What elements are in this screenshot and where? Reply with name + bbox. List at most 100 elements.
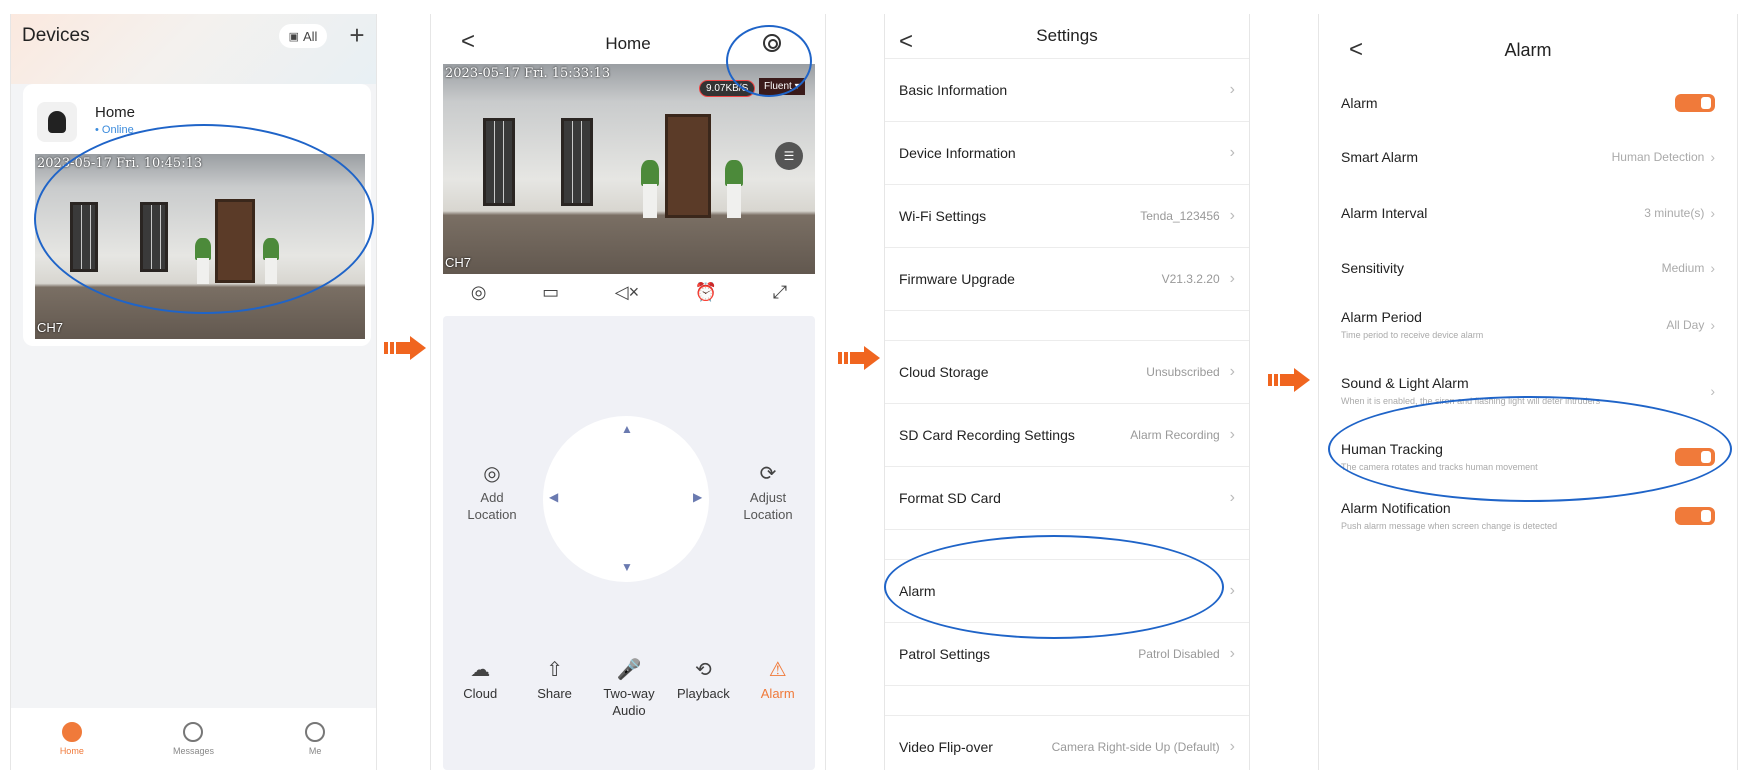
- playback-button[interactable]: ⟲ Playback: [668, 659, 738, 719]
- cloud-icon: ☁: [470, 659, 491, 681]
- tab-messages-label: Messages: [172, 746, 214, 756]
- cloud-button[interactable]: ☁ Cloud: [445, 659, 515, 719]
- playback-label: Playback: [676, 686, 730, 701]
- section-divider: [885, 310, 1249, 340]
- sound-light-alarm-description: When it is enabled, the siren and flashi…: [1341, 395, 1601, 406]
- device-card[interactable]: Home • Online 2023-05-17 Fri. 10:45:13 C…: [23, 84, 371, 346]
- alarm-screen: < Alarm Alarm Smart Alarm Human Detectio…: [1318, 14, 1738, 770]
- add-location-button[interactable]: ◎ Add Location: [457, 463, 527, 523]
- alarm-button[interactable]: ⚠ Alarm: [743, 660, 813, 719]
- section-divider: [885, 529, 1249, 559]
- share-button[interactable]: ⇧ Share: [520, 660, 590, 719]
- alarm-interval-row[interactable]: Alarm Interval 3 minute(s) ›: [1319, 185, 1737, 240]
- action-bar: ☁ Cloud ⇧ Share 🎤 Two-way Audio ⟲ Playba…: [443, 659, 815, 719]
- row-value: V21.3.2.20: [1161, 272, 1220, 286]
- microphone-icon: 🎤: [616, 659, 642, 681]
- chevron-right-icon: ›: [1710, 259, 1715, 276]
- row-value: Alarm Recording: [1130, 428, 1220, 442]
- video-toolbar: ◎ ▭ ◁× ⏰ ⤢: [443, 276, 815, 308]
- quality-select[interactable]: Fluent ▾: [759, 78, 805, 95]
- alarm-notification-label: Alarm Notification: [1341, 499, 1451, 516]
- human-tracking-label: Human Tracking: [1341, 440, 1443, 457]
- header: < Settings: [885, 14, 1249, 64]
- device-name: Home: [95, 104, 136, 121]
- row-label: Format SD Card: [899, 490, 1001, 506]
- alarm-period-row[interactable]: Alarm Period Time period to receive devi…: [1319, 295, 1737, 355]
- adjust-location-button[interactable]: ⟳ Adjust Location: [733, 464, 803, 523]
- settings-row-format-sd[interactable]: Format SD Card ›: [885, 466, 1249, 529]
- adjust-location-label: Adjust Location: [743, 490, 793, 522]
- chevron-right-icon: ›: [1229, 738, 1235, 755]
- smart-alarm-value: Human Detection: [1611, 149, 1705, 164]
- header: < Home: [431, 14, 825, 64]
- alarm-label: Alarm: [1341, 95, 1378, 111]
- row-label: Device Information: [899, 145, 1016, 161]
- record-icon[interactable]: ▭: [542, 282, 559, 303]
- snapshot-icon[interactable]: ◎: [471, 282, 487, 303]
- up-arrow-icon[interactable]: ▲: [621, 422, 633, 436]
- sound-light-alarm-row[interactable]: Sound & Light Alarm When it is enabled, …: [1319, 355, 1737, 427]
- settings-row-patrol[interactable]: Patrol Settings Patrol Disabled ›: [885, 622, 1249, 685]
- alarm-toggle[interactable]: [1675, 94, 1715, 112]
- two-way-audio-button[interactable]: 🎤 Two-way Audio: [594, 659, 664, 719]
- sensitivity-row[interactable]: Sensitivity Medium ›: [1319, 240, 1737, 295]
- down-arrow-icon[interactable]: ▼: [621, 560, 633, 574]
- chevron-right-icon: ›: [1229, 645, 1235, 662]
- arrow-right-icon: [384, 336, 426, 360]
- row-label: Firmware Upgrade: [899, 271, 1015, 287]
- playback-icon: ⟲: [694, 659, 712, 681]
- settings-row-device-information[interactable]: Device Information ›: [885, 121, 1249, 184]
- camera-icon: [37, 102, 77, 142]
- chat-icon: [183, 722, 204, 742]
- sensitivity-label: Sensitivity: [1341, 259, 1405, 276]
- left-arrow-icon[interactable]: ◀: [549, 490, 558, 504]
- video-timestamp: 2023-05-17 Fri. 15:33:13: [445, 66, 611, 81]
- chevron-right-icon: ›: [1229, 207, 1235, 224]
- chevron-right-icon: ›: [1229, 270, 1235, 287]
- camera-icon: [61, 722, 82, 742]
- tab-home[interactable]: Home: [32, 722, 112, 756]
- human-tracking-description: The camera rotates and tracks human move…: [1341, 461, 1538, 472]
- camera-preview[interactable]: 2023-05-17 Fri. 10:45:13 CH7: [35, 154, 365, 339]
- section-divider: [885, 685, 1249, 715]
- row-value: Camera Right-side Up (Default): [1051, 740, 1220, 754]
- settings-gear-icon[interactable]: [763, 34, 781, 52]
- alarm-period-description: Time period to receive device alarm: [1341, 329, 1484, 340]
- alarm-clock-icon[interactable]: ⏰: [695, 282, 717, 303]
- chevron-right-icon: ›: [1229, 144, 1235, 161]
- alarm-row: Alarm: [1319, 78, 1737, 128]
- alarm-period-value: All Day: [1666, 318, 1705, 332]
- tab-messages[interactable]: Messages: [153, 722, 233, 756]
- add-device-button[interactable]: +: [343, 22, 371, 50]
- settings-row-alarm[interactable]: Alarm ›: [885, 559, 1249, 622]
- mute-icon[interactable]: ◁×: [615, 282, 639, 303]
- row-label: SD Card Recording Settings: [899, 427, 1075, 443]
- chevron-right-icon: ›: [1229, 489, 1235, 506]
- settings-row-firmware[interactable]: Firmware Upgrade V21.3.2.20 ›: [885, 247, 1249, 310]
- alarm-interval-label: Alarm Interval: [1341, 204, 1428, 221]
- settings-row-video-flip[interactable]: Video Flip-over Camera Right-side Up (De…: [885, 715, 1249, 770]
- menu-toggle-icon[interactable]: ☰: [775, 142, 803, 170]
- settings-row-sd-recording[interactable]: SD Card Recording Settings Alarm Recordi…: [885, 403, 1249, 466]
- human-tracking-toggle[interactable]: [1675, 448, 1715, 466]
- tab-me[interactable]: Me: [275, 722, 355, 756]
- smart-alarm-row[interactable]: Smart Alarm Human Detection ›: [1319, 128, 1737, 185]
- row-label: Patrol Settings: [899, 646, 991, 662]
- fullscreen-icon[interactable]: ⤢: [773, 282, 787, 303]
- settings-row-basic-information[interactable]: Basic Information ›: [885, 58, 1249, 121]
- row-label: Alarm: [899, 583, 936, 599]
- page-title: Settings: [1036, 26, 1098, 45]
- ptz-joystick[interactable]: ▲ ▼ ◀ ▶: [543, 416, 709, 582]
- right-arrow-icon[interactable]: ▶: [693, 490, 702, 504]
- all-filter-button[interactable]: ▣ All: [279, 24, 327, 48]
- devices-screen: Devices ▣ All + Home • Online 2023-05-17…: [10, 14, 377, 770]
- target-icon: ◎: [483, 463, 501, 485]
- settings-row-wifi[interactable]: Wi-Fi Settings Tenda_123456 ›: [885, 184, 1249, 247]
- live-video[interactable]: 2023-05-17 Fri. 15:33:13 9.07KB/S Fluent…: [443, 64, 815, 274]
- sensitivity-value: Medium: [1661, 260, 1705, 275]
- page-title: Alarm: [1504, 40, 1552, 60]
- video-timestamp: 2023-05-17 Fri. 10:45:13: [37, 156, 203, 171]
- settings-row-cloud-storage[interactable]: Cloud Storage Unsubscribed ›: [885, 340, 1249, 403]
- alarm-notification-toggle[interactable]: [1675, 507, 1715, 525]
- settings-list: Basic Information › Device Information ›…: [885, 58, 1249, 770]
